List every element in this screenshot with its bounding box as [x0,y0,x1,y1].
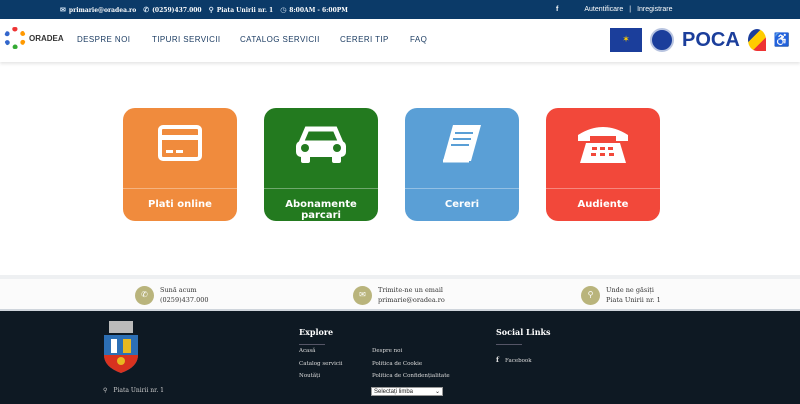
top-bar: ✉ primarie@oradea.ro ✆ (0259)437.000 ⚲ Piat… [0,0,800,19]
footer-link-confidentialitate[interactable]: Politica de Confidențialitate [372,373,450,379]
tile-label: Audiente [577,199,629,210]
accessibility-icon[interactable]: ♿ [774,33,790,48]
oradea-flower-icon [4,27,26,49]
footer-link-catalog[interactable]: Catalog servicii [299,361,343,367]
chevron-down-icon: ⌄ [434,389,440,395]
nav-faq[interactable]: FAQ [410,35,427,44]
contact-title: Unde ne găsiți [606,286,654,294]
map-pin-icon: ⚲ [581,285,600,305]
nav-catalog-servicii[interactable]: CATALOG SERVICII [240,35,320,44]
tile-label: Cereri [444,199,480,210]
tile-audiente[interactable]: Audiente [546,108,660,221]
credit-card-icon [123,123,237,163]
tile-plati-online[interactable]: Plati online [123,108,237,221]
tile-cereri[interactable]: Cereri [405,108,519,221]
contact-title: Trimite-ne un email [378,286,443,294]
login-link[interactable]: Autentificare [584,6,623,13]
email-info[interactable]: ✉ primarie@oradea.ro [60,5,136,14]
tile-abonamente-parcari[interactable]: Abonamente parcari [264,108,378,221]
poca-logo: POCA [682,29,740,51]
facebook-icon: f [496,355,500,364]
contact-value: (0259)437.000 [160,296,209,304]
main-nav: ORADEA DESPRE NOI TIPURI SERVICII CATALO… [0,19,800,62]
facebook-icon[interactable]: f [556,6,558,13]
envelope-icon: ✉ [353,285,372,305]
contact-phone[interactable]: ✆ Sună acum (0259)437.000 [135,285,209,305]
divider [405,188,519,189]
car-icon [264,123,378,165]
phone-info[interactable]: ✆ (0259)437.000 [143,5,201,14]
nav-cereri-tip[interactable]: CERERI TIP [340,35,389,44]
structural-funds-logo [747,29,766,51]
footer: ⚲ Piata Unirii nr. 1 Explore Acasă Catalo… [0,311,800,404]
eu-flag-logo: ✶ [610,28,643,52]
romanian-government-logo [650,28,675,52]
separator: | [629,6,632,13]
language-select[interactable]: Selectați limba ⌄ [371,387,443,396]
register-link[interactable]: Inregistrare [637,6,672,13]
divider [546,188,660,189]
nav-despre-noi[interactable]: DESPRE NOI [77,35,130,44]
contact-value: primarie@oradea.ro [378,296,445,304]
map-pin-icon: ⚲ [208,5,214,14]
footer-link-acasa[interactable]: Acasă [299,348,315,354]
contact-address[interactable]: ⚲ Unde ne găsiți Piata Unirii nr. 1 [581,285,661,305]
address-info: ⚲ Piata Unirii nr. 1 [208,5,274,14]
tile-label: Abonamente parcari [285,199,357,221]
clock-icon: ◷ [280,5,287,14]
footer-link-despre[interactable]: Despre noi [372,348,402,354]
hours-info: ◷ 8:00AM - 6:00PM [280,5,348,14]
service-tiles: Plati online Abonamente parcari Cereri A… [123,108,660,221]
footer-facebook-link[interactable]: f Facebook [496,355,532,364]
explore-heading: Explore [299,327,333,345]
social-heading: Social Links [496,327,551,345]
nav-tipuri-servicii[interactable]: TIPURI SERVICII [152,35,221,44]
contact-email[interactable]: ✉ Trimite-ne un email primarie@oradea.ro [353,285,445,305]
book-icon [405,123,519,165]
footer-link-noutati[interactable]: Noutăți [299,373,320,379]
oradea-coat-of-arms [104,321,138,373]
divider [123,188,237,189]
envelope-icon: ✉ [60,5,66,14]
footer-link-cookie[interactable]: Politica de Cookie [372,361,422,367]
contact-title: Sună acum [160,286,197,294]
phone-icon: ✆ [135,285,154,305]
contact-strip: ✆ Sună acum (0259)437.000 ✉ Trimite-ne un e… [0,275,800,311]
footer-address: ⚲ Piata Unirii nr. 1 [103,387,164,394]
oradea-logo[interactable]: ORADEA [4,27,64,49]
telephone-icon [546,123,660,165]
divider [264,188,378,189]
tile-label: Plati online [148,199,212,210]
phone-icon: ✆ [143,5,150,14]
contact-value: Piata Unirii nr. 1 [606,296,661,304]
map-pin-icon: ⚲ [103,387,108,394]
